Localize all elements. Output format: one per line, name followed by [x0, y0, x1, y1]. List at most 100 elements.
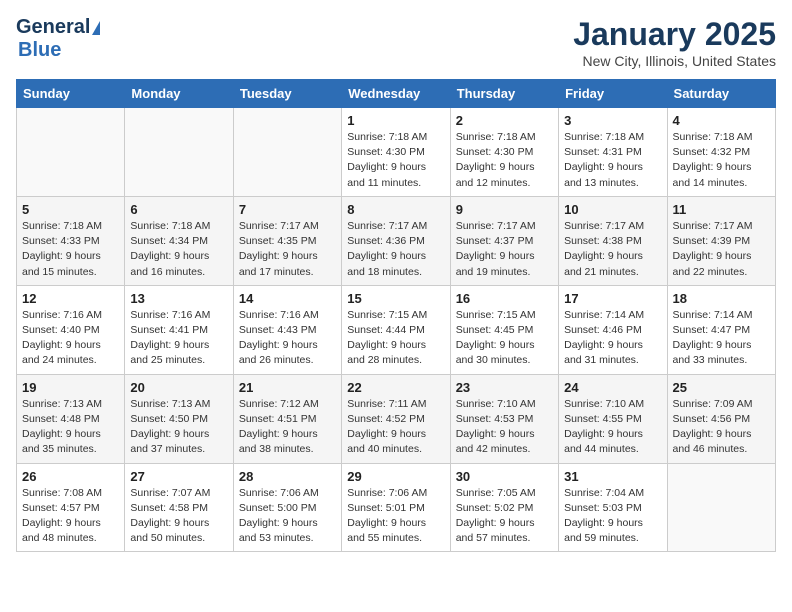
day-info: Sunrise: 7:06 AMSunset: 5:01 PMDaylight:… [347, 486, 444, 547]
day-number: 6 [130, 202, 227, 217]
calendar-cell: 15Sunrise: 7:15 AMSunset: 4:44 PMDayligh… [342, 285, 450, 374]
calendar-cell [125, 108, 233, 197]
day-info: Sunrise: 7:04 AMSunset: 5:03 PMDaylight:… [564, 486, 661, 547]
calendar-cell: 16 Sunrise: 7:15 AMSunset: 4:45 PMDayligh… [450, 285, 558, 374]
day-info: Sunrise: 7:18 AMSunset: 4:32 PMDaylight:… [673, 130, 770, 191]
calendar-cell: 18Sunrise: 7:14 AMSunset: 4:47 PMDayligh… [667, 285, 775, 374]
day-number: 25 [673, 380, 770, 395]
day-info: Sunrise: 7:16 AMSunset: 4:40 PMDaylight:… [22, 308, 119, 369]
day-info: Sunrise: 7:15 AMSunset: 4:44 PMDaylight:… [347, 308, 444, 369]
day-number: 14 [239, 291, 336, 306]
dow-header-monday: Monday [125, 80, 233, 108]
calendar-cell: 21 Sunrise: 7:12 AMSunset: 4:51 PMDayligh… [233, 374, 341, 463]
calendar-cell: 7 Sunrise: 7:17 AMSunset: 4:35 PMDaylight… [233, 196, 341, 285]
calendar-cell: 3Sunrise: 7:18 AMSunset: 4:31 PMDaylight… [559, 108, 667, 197]
day-number: 28 [239, 469, 336, 484]
calendar-cell: 22 Sunrise: 7:11 AMSunset: 4:52 PMDayligh… [342, 374, 450, 463]
day-number: 8 [347, 202, 444, 217]
day-info: Sunrise: 7:11 AMSunset: 4:52 PMDaylight:… [347, 397, 444, 458]
dow-header-sunday: Sunday [17, 80, 125, 108]
day-number: 22 [347, 380, 444, 395]
calendar-cell: 24 Sunrise: 7:10 AMSunset: 4:55 PMDayligh… [559, 374, 667, 463]
calendar-cell: 10 Sunrise: 7:17 AMSunset: 4:38 PMDayligh… [559, 196, 667, 285]
logo: General Blue [16, 16, 100, 62]
day-number: 13 [130, 291, 227, 306]
day-number: 7 [239, 202, 336, 217]
calendar-cell: 27 Sunrise: 7:07 AMSunset: 4:58 PMDayligh… [125, 463, 233, 552]
calendar-table: SundayMondayTuesdayWednesdayThursdayFrid… [16, 79, 776, 552]
day-number: 10 [564, 202, 661, 217]
day-info: Sunrise: 7:16 AMSunset: 4:43 PMDaylight:… [239, 308, 336, 369]
day-number: 16 [456, 291, 553, 306]
day-number: 29 [347, 469, 444, 484]
day-number: 12 [22, 291, 119, 306]
day-info: Sunrise: 7:17 AMSunset: 4:36 PMDaylight:… [347, 219, 444, 280]
calendar-cell: 6 Sunrise: 7:18 AMSunset: 4:34 PMDaylight… [125, 196, 233, 285]
day-info: Sunrise: 7:10 AMSunset: 4:53 PMDaylight:… [456, 397, 553, 458]
calendar-cell: 1 Sunrise: 7:18 AMSunset: 4:30 PMDaylight… [342, 108, 450, 197]
calendar-cell: 2Sunrise: 7:18 AMSunset: 4:30 PMDaylight… [450, 108, 558, 197]
logo-triangle-icon [92, 21, 100, 35]
dow-header-thursday: Thursday [450, 80, 558, 108]
day-info: Sunrise: 7:17 AMSunset: 4:37 PMDaylight:… [456, 219, 553, 280]
day-info: Sunrise: 7:18 AMSunset: 4:31 PMDaylight:… [564, 130, 661, 191]
day-number: 23 [456, 380, 553, 395]
calendar-cell: 8 Sunrise: 7:17 AMSunset: 4:36 PMDaylight… [342, 196, 450, 285]
dow-header-friday: Friday [559, 80, 667, 108]
calendar-cell: 5Sunrise: 7:18 AMSunset: 4:33 PMDaylight… [17, 196, 125, 285]
day-info: Sunrise: 7:17 AMSunset: 4:35 PMDaylight:… [239, 219, 336, 280]
logo-general-text: General [16, 16, 90, 39]
day-number: 26 [22, 469, 119, 484]
day-number: 20 [130, 380, 227, 395]
calendar-cell: 12 Sunrise: 7:16 AMSunset: 4:40 PMDayligh… [17, 285, 125, 374]
day-number: 30 [456, 469, 553, 484]
page-header: General Blue January 2025 New City, Illi… [16, 16, 776, 69]
day-info: Sunrise: 7:10 AMSunset: 4:55 PMDaylight:… [564, 397, 661, 458]
day-number: 1 [347, 113, 444, 128]
day-number: 9 [456, 202, 553, 217]
day-info: Sunrise: 7:18 AMSunset: 4:33 PMDaylight:… [22, 219, 119, 280]
calendar-cell: 14 Sunrise: 7:16 AMSunset: 4:43 PMDayligh… [233, 285, 341, 374]
day-number: 31 [564, 469, 661, 484]
day-number: 19 [22, 380, 119, 395]
calendar-cell: 9 Sunrise: 7:17 AMSunset: 4:37 PMDaylight… [450, 196, 558, 285]
calendar-cell [17, 108, 125, 197]
day-info: Sunrise: 7:14 AMSunset: 4:46 PMDaylight:… [564, 308, 661, 369]
day-info: Sunrise: 7:09 AMSunset: 4:56 PMDaylight:… [673, 397, 770, 458]
calendar-cell: 19 Sunrise: 7:13 AMSunset: 4:48 PMDayligh… [17, 374, 125, 463]
day-number: 2 [456, 113, 553, 128]
day-info: Sunrise: 7:13 AMSunset: 4:48 PMDaylight:… [22, 397, 119, 458]
day-info: Sunrise: 7:16 AMSunset: 4:41 PMDaylight:… [130, 308, 227, 369]
day-info: Sunrise: 7:08 AMSunset: 4:57 PMDaylight:… [22, 486, 119, 547]
day-info: Sunrise: 7:15 AMSunset: 4:45 PMDaylight:… [456, 308, 553, 369]
calendar-cell: 26 Sunrise: 7:08 AMSunset: 4:57 PMDayligh… [17, 463, 125, 552]
day-info: Sunrise: 7:17 AMSunset: 4:38 PMDaylight:… [564, 219, 661, 280]
calendar-cell [667, 463, 775, 552]
calendar-cell: 11 Sunrise: 7:17 AMSunset: 4:39 PMDayligh… [667, 196, 775, 285]
day-info: Sunrise: 7:18 AMSunset: 4:34 PMDaylight:… [130, 219, 227, 280]
day-number: 11 [673, 202, 770, 217]
location-text: New City, Illinois, United States [573, 53, 776, 69]
dow-header-wednesday: Wednesday [342, 80, 450, 108]
dow-header-saturday: Saturday [667, 80, 775, 108]
day-number: 27 [130, 469, 227, 484]
day-info: Sunrise: 7:07 AMSunset: 4:58 PMDaylight:… [130, 486, 227, 547]
day-number: 18 [673, 291, 770, 306]
title-block: January 2025 New City, Illinois, United … [573, 16, 776, 69]
day-info: Sunrise: 7:18 AMSunset: 4:30 PMDaylight:… [347, 130, 444, 191]
calendar-cell: 23 Sunrise: 7:10 AMSunset: 4:53 PMDayligh… [450, 374, 558, 463]
calendar-cell: 4 Sunrise: 7:18 AMSunset: 4:32 PMDaylight… [667, 108, 775, 197]
day-info: Sunrise: 7:12 AMSunset: 4:51 PMDaylight:… [239, 397, 336, 458]
dow-header-tuesday: Tuesday [233, 80, 341, 108]
calendar-cell: 25 Sunrise: 7:09 AMSunset: 4:56 PMDayligh… [667, 374, 775, 463]
logo-blue-text: Blue [18, 39, 61, 61]
calendar-cell: 30Sunrise: 7:05 AMSunset: 5:02 PMDayligh… [450, 463, 558, 552]
day-number: 4 [673, 113, 770, 128]
calendar-cell: 31 Sunrise: 7:04 AMSunset: 5:03 PMDayligh… [559, 463, 667, 552]
calendar-cell: 29 Sunrise: 7:06 AMSunset: 5:01 PMDayligh… [342, 463, 450, 552]
day-info: Sunrise: 7:06 AMSunset: 5:00 PMDaylight:… [239, 486, 336, 547]
calendar-cell: 17Sunrise: 7:14 AMSunset: 4:46 PMDayligh… [559, 285, 667, 374]
day-info: Sunrise: 7:17 AMSunset: 4:39 PMDaylight:… [673, 219, 770, 280]
day-number: 24 [564, 380, 661, 395]
day-number: 21 [239, 380, 336, 395]
